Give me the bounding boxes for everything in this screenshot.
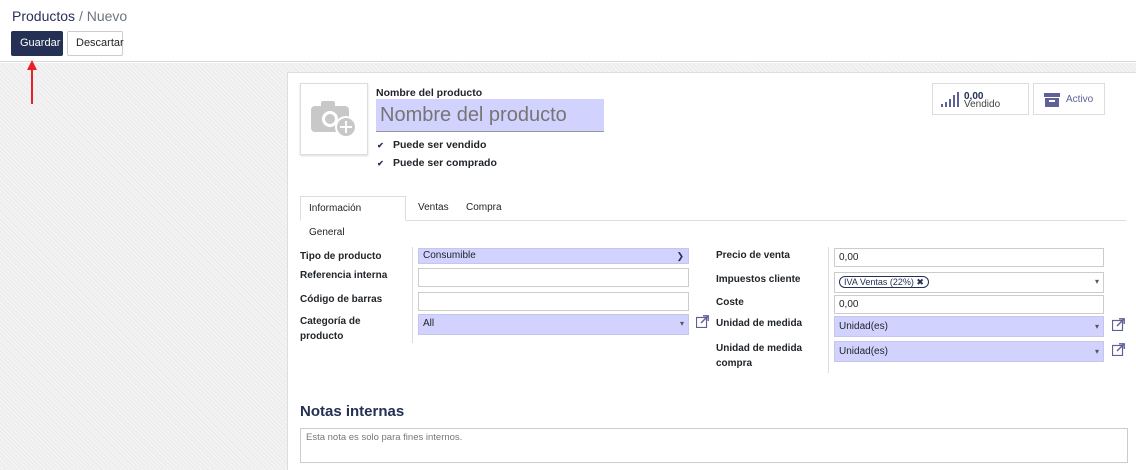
form-sheet: Nombre del producto ✔ Puede ser vendido …: [287, 72, 1136, 470]
can-be-sold-label: Puede ser vendido: [393, 139, 487, 151]
product-type-value: Consumible: [423, 250, 476, 261]
archive-icon: [1044, 93, 1060, 107]
customer-taxes-label: Impuestos cliente: [716, 274, 801, 285]
breadcrumb-current: Nuevo: [86, 8, 128, 24]
category-select[interactable]: All ▾: [418, 314, 689, 335]
can-be-purchased-label: Puede ser comprado: [393, 157, 497, 169]
tab-sales[interactable]: Ventas: [410, 196, 457, 221]
external-link-icon[interactable]: [1112, 318, 1125, 331]
right-group-divider: [828, 247, 829, 373]
internal-ref-label: Referencia interna: [300, 270, 388, 281]
left-group-divider: [412, 247, 413, 343]
tab-purchase[interactable]: Compra: [458, 196, 510, 221]
caret-down-icon: ▾: [1094, 322, 1099, 331]
external-link-icon[interactable]: [1112, 343, 1125, 356]
breadcrumb-separator: /: [78, 8, 83, 24]
annotation-arrow-icon: [27, 60, 37, 104]
external-link-icon[interactable]: [696, 315, 709, 328]
internal-notes-textarea[interactable]: Esta nota es solo para fines internos.: [300, 428, 1128, 463]
save-button[interactable]: Guardar: [11, 31, 63, 56]
active-label: Activo: [1066, 94, 1094, 105]
caret-down-icon: ▾: [679, 319, 684, 328]
customer-taxes-input[interactable]: IVA Ventas (22%) ✖ ▾: [834, 272, 1104, 293]
category-value: All: [423, 318, 435, 329]
barcode-label: Código de barras: [300, 294, 383, 305]
remove-tag-icon[interactable]: ✖: [916, 277, 924, 287]
discard-button[interactable]: Descartar: [67, 31, 124, 56]
can-be-sold-row: ✔ Puede ser vendido: [376, 139, 486, 151]
caret-down-icon: ▾: [1094, 347, 1099, 356]
internal-notes-title: Notas internas: [300, 403, 405, 420]
bar-chart-icon: [941, 92, 959, 107]
barcode-input[interactable]: [418, 292, 689, 311]
notebook-tabs: Información General Ventas Compra: [300, 196, 1126, 238]
cost-label: Coste: [716, 297, 744, 308]
tab-general-info[interactable]: Información General: [300, 196, 406, 238]
uom-select[interactable]: Unidad(es) ▾: [834, 316, 1104, 337]
uom-label: Unidad de medida: [716, 318, 803, 329]
uom-purchase-label: Unidad de medida compra: [716, 343, 803, 369]
uom-value: Unidad(es): [839, 321, 888, 332]
sale-price-label: Precio de venta: [716, 250, 790, 261]
camera-add-icon: [311, 101, 357, 138]
can-be-sold-checkbox[interactable]: ✔: [376, 141, 385, 150]
product-name-input[interactable]: [376, 99, 604, 132]
can-be-purchased-checkbox[interactable]: ✔: [376, 159, 385, 168]
category-label: Categoría de producto: [300, 316, 361, 342]
sale-price-input[interactable]: 0,00: [834, 248, 1104, 267]
tax-tag-label: IVA Ventas (22%): [844, 277, 914, 287]
caret-down-icon: ▾: [1094, 277, 1099, 286]
uom-purchase-select[interactable]: Unidad(es) ▾: [834, 341, 1104, 362]
sold-stat-button[interactable]: 0,00 Vendido: [932, 83, 1029, 115]
tax-tag: IVA Ventas (22%) ✖: [839, 276, 929, 288]
product-type-label: Tipo de producto: [300, 251, 382, 262]
cost-input[interactable]: 0,00: [834, 295, 1104, 314]
product-image-field[interactable]: [300, 83, 368, 155]
can-be-purchased-row: ✔ Puede ser comprado: [376, 157, 497, 169]
uom-purchase-value: Unidad(es): [839, 346, 888, 357]
internal-ref-input[interactable]: [418, 268, 689, 287]
control-panel: Productos / Nuevo Guardar Descartar: [0, 0, 1136, 62]
product-name-label: Nombre del producto: [376, 87, 483, 99]
active-toggle-button[interactable]: Activo: [1033, 83, 1105, 115]
chevron-down-icon: ❯: [676, 251, 684, 261]
breadcrumb-parent-link[interactable]: Productos: [12, 8, 75, 24]
product-type-select[interactable]: Consumible ❯: [418, 248, 689, 264]
sold-label: Vendido: [964, 99, 1001, 110]
breadcrumb: Productos / Nuevo: [12, 8, 127, 24]
